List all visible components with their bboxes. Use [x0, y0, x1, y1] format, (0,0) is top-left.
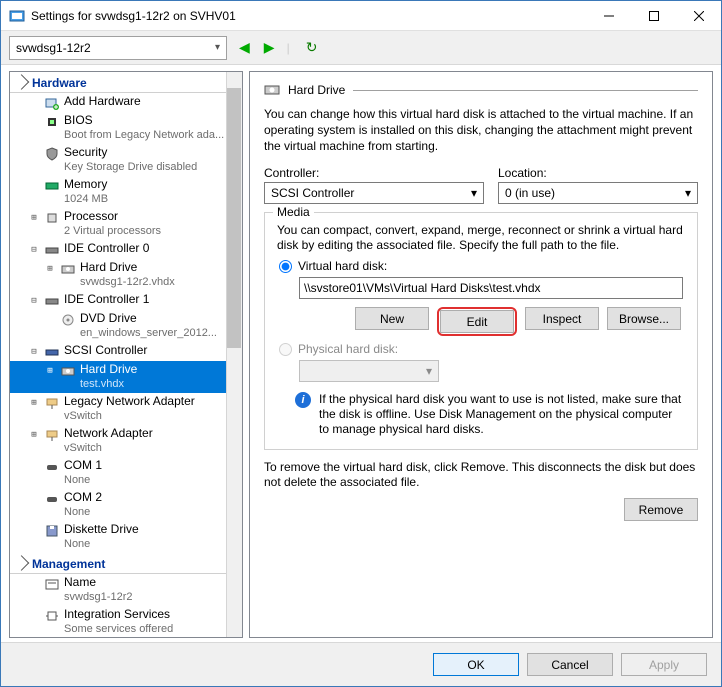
- tree-scsi-controller[interactable]: ⊟ SCSI Controller: [10, 342, 242, 361]
- settings-tree[interactable]: Hardware Add Hardware BIOSBoot from Lega…: [9, 71, 243, 638]
- floppy-icon: [44, 523, 60, 539]
- tree-com1[interactable]: COM 1None: [10, 457, 242, 489]
- network-icon: [44, 395, 60, 411]
- controller-label: Controller:: [264, 166, 484, 180]
- cancel-button[interactable]: Cancel: [527, 653, 613, 676]
- tree-scrollbar[interactable]: [226, 72, 242, 637]
- info-icon: i: [295, 392, 311, 408]
- chevron-down-icon: ▾: [426, 364, 432, 378]
- edit-button-highlight: Edit: [437, 307, 517, 336]
- location-label: Location:: [498, 166, 698, 180]
- minimize-button[interactable]: [586, 1, 631, 30]
- vhd-path-input[interactable]: [299, 277, 683, 299]
- refresh-button[interactable]: ↻: [306, 39, 318, 56]
- chip-icon: [44, 114, 60, 130]
- tree-scsi-hard-drive[interactable]: ⊞ Hard Drivetest.vhdx: [10, 361, 242, 393]
- remove-button[interactable]: Remove: [624, 498, 698, 521]
- maximize-button[interactable]: [631, 1, 676, 30]
- toolbar: svwdsg1-12r2 ▾ ◀ ▶ | ↻: [1, 31, 721, 65]
- inspect-button[interactable]: Inspect: [525, 307, 599, 330]
- memory-icon: [44, 178, 60, 194]
- name-icon: [44, 576, 60, 592]
- apply-button: Apply: [621, 653, 707, 676]
- tree-legacy-network-adapter[interactable]: ⊞ Legacy Network AdaptervSwitch: [10, 393, 242, 425]
- browse-button[interactable]: Browse...: [607, 307, 681, 330]
- tree-processor[interactable]: ⊞ Processor2 Virtual processors: [10, 208, 242, 240]
- vm-selector[interactable]: svwdsg1-12r2 ▾: [9, 36, 227, 60]
- virtual-hard-disk-label: Virtual hard disk:: [298, 259, 387, 273]
- dvd-icon: [60, 312, 76, 328]
- settings-window: Settings for svwdsg1-12r2 on SVHV01 svwd…: [0, 0, 722, 687]
- media-groupbox: Media You can compact, convert, expand, …: [264, 212, 698, 450]
- scsi-icon: [44, 344, 60, 360]
- network-icon: [44, 427, 60, 443]
- tree-security[interactable]: SecurityKey Storage Drive disabled: [10, 144, 242, 176]
- tree-network-adapter[interactable]: ⊞ Network AdaptervSwitch: [10, 425, 242, 457]
- app-icon: [9, 8, 25, 24]
- tree-memory[interactable]: Memory1024 MB: [10, 176, 242, 208]
- detail-header: Hard Drive: [288, 83, 345, 97]
- section-hardware[interactable]: Hardware: [10, 72, 242, 93]
- section-management[interactable]: Management: [10, 553, 242, 574]
- controller-icon: [44, 242, 60, 258]
- integration-icon: [44, 608, 60, 624]
- hard-drive-icon: [264, 82, 280, 98]
- detail-pane: Hard Drive You can change how this virtu…: [249, 71, 713, 638]
- tree-ide1-dvd-drive[interactable]: DVD Driveen_windows_server_2012...: [10, 310, 242, 342]
- title-bar: Settings for svwdsg1-12r2 on SVHV01: [1, 1, 721, 31]
- add-hardware-icon: [44, 95, 60, 111]
- media-legend: Media: [273, 205, 314, 219]
- hard-drive-icon: [60, 363, 76, 379]
- physical-disk-select: ▾: [299, 360, 439, 382]
- detail-description: You can change how this virtual hard dis…: [264, 106, 698, 154]
- controller-select[interactable]: SCSI Controller▾: [264, 182, 484, 204]
- ok-button[interactable]: OK: [433, 653, 519, 676]
- chevron-down-icon: ▾: [685, 186, 691, 200]
- close-button[interactable]: [676, 1, 721, 30]
- tree-bios[interactable]: BIOSBoot from Legacy Network ada...: [10, 112, 242, 144]
- shield-icon: [44, 146, 60, 162]
- vm-selector-value: svwdsg1-12r2: [16, 41, 91, 55]
- tree-integration-services[interactable]: Integration ServicesSome services offere…: [10, 606, 242, 638]
- controller-icon: [44, 293, 60, 309]
- tree-name[interactable]: Namesvwdsg1-12r2: [10, 574, 242, 606]
- chevron-down-icon: ▾: [471, 186, 477, 200]
- chevron-down-icon: ▾: [215, 42, 220, 53]
- tree-ide0-hard-drive[interactable]: ⊞ Hard Drivesvwdsg1-12r2.vhdx: [10, 259, 242, 291]
- tree-ide-controller-0[interactable]: ⊟ IDE Controller 0: [10, 240, 242, 259]
- window-title: Settings for svwdsg1-12r2 on SVHV01: [31, 9, 586, 23]
- location-select[interactable]: 0 (in use)▾: [498, 182, 698, 204]
- dialog-footer: OK Cancel Apply: [1, 642, 721, 686]
- remove-description: To remove the virtual hard disk, click R…: [264, 460, 698, 490]
- edit-button[interactable]: Edit: [440, 310, 514, 333]
- physical-hard-disk-radio: [279, 343, 292, 356]
- tree-diskette-drive[interactable]: Diskette DriveNone: [10, 521, 242, 553]
- nav-forward-button[interactable]: ▶: [262, 39, 277, 56]
- tree-ide-controller-1[interactable]: ⊟ IDE Controller 1: [10, 291, 242, 310]
- cpu-icon: [44, 210, 60, 226]
- virtual-hard-disk-radio[interactable]: [279, 260, 292, 273]
- physical-hard-disk-label: Physical hard disk:: [298, 342, 398, 356]
- new-button[interactable]: New: [355, 307, 429, 330]
- serial-port-icon: [44, 459, 60, 475]
- tree-com2[interactable]: COM 2None: [10, 489, 242, 521]
- tree-add-hardware[interactable]: Add Hardware: [10, 93, 242, 112]
- hard-drive-icon: [60, 261, 76, 277]
- media-description: You can compact, convert, expand, merge,…: [277, 223, 685, 253]
- serial-port-icon: [44, 491, 60, 507]
- physical-disk-info: If the physical hard disk you want to us…: [319, 392, 685, 437]
- nav-back-button[interactable]: ◀: [237, 39, 252, 56]
